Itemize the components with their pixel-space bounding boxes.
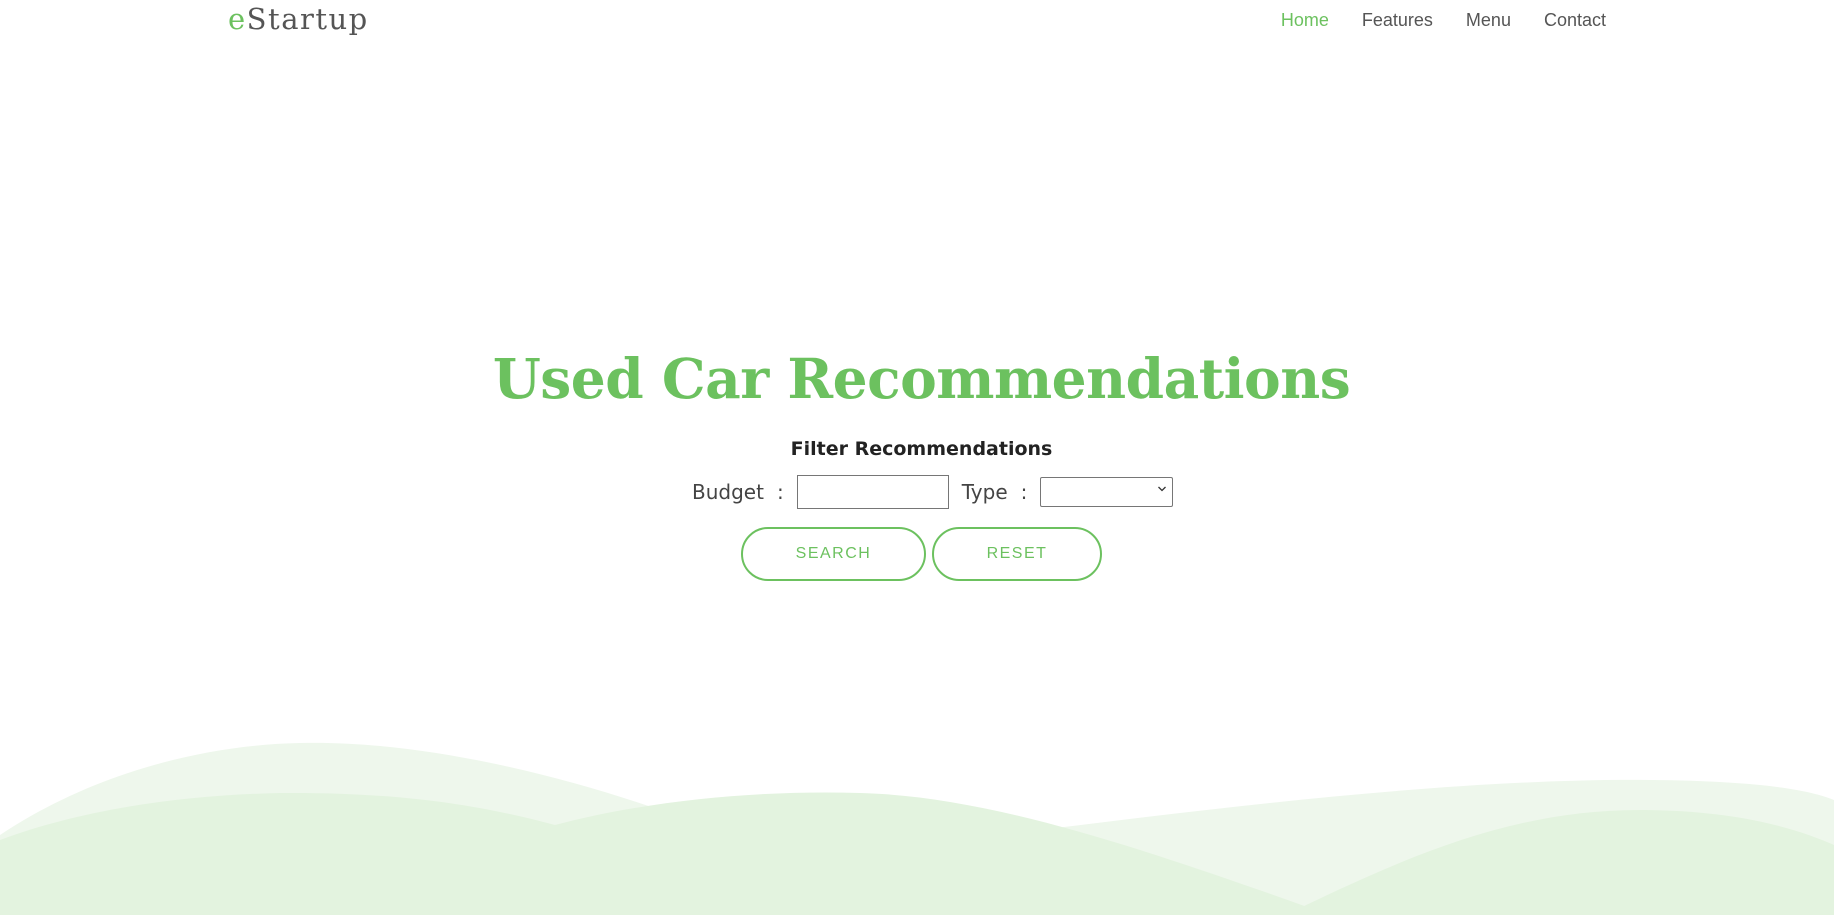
type-select[interactable]	[1040, 477, 1174, 507]
reset-button[interactable]: RESET	[932, 527, 1102, 581]
nav-item-features[interactable]: Features	[1362, 8, 1433, 32]
wave-front-left	[0, 792, 1310, 915]
logo[interactable]: eStartup	[228, 0, 369, 38]
type-separator: :	[1020, 480, 1028, 504]
budget-label: Budget	[692, 480, 764, 504]
chevron-down-icon	[1158, 486, 1167, 492]
top-nav: Home Features Menu Contact	[1281, 8, 1606, 32]
nav-item-home[interactable]: Home	[1281, 8, 1329, 32]
type-label: Type	[961, 480, 1008, 504]
logo-text: Startup	[246, 2, 369, 36]
page-title: Used Car Recommendations	[492, 346, 1351, 411]
budget-input[interactable]	[796, 475, 949, 509]
search-button[interactable]: SEARCH	[741, 527, 926, 581]
logo-first-letter: e	[228, 2, 247, 36]
filter-heading: Filter Recommendations	[790, 438, 1053, 460]
filter-form: Budget : Type :	[692, 475, 1174, 509]
nav-item-contact[interactable]: Contact	[1544, 8, 1606, 32]
nav-item-menu[interactable]: Menu	[1466, 8, 1511, 32]
landing-page: eStartup Home Features Menu Contact Used…	[0, 0, 1834, 915]
decorative-waves	[0, 742, 1834, 915]
filter-actions: SEARCH RESET	[741, 527, 1102, 581]
budget-separator: :	[776, 480, 784, 504]
